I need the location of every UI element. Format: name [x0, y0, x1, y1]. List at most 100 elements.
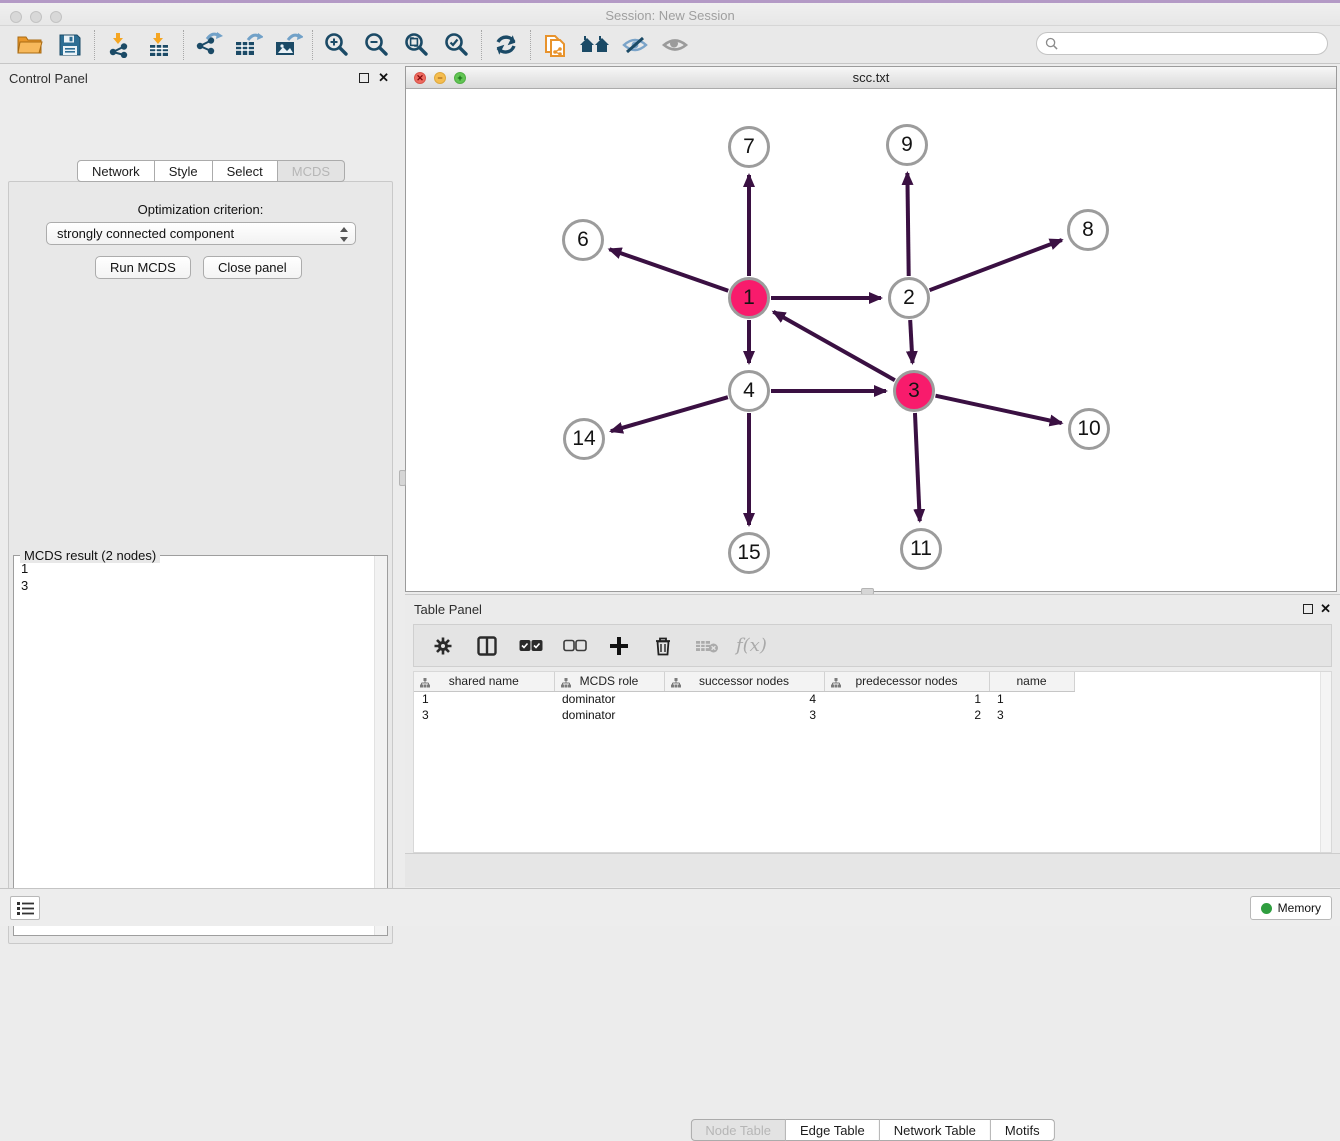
table-row[interactable]: 3dominator323: [414, 707, 1074, 723]
tab-style[interactable]: Style: [155, 160, 213, 182]
deselect-all-button[interactable]: [560, 631, 590, 661]
panel-list-button[interactable]: [10, 896, 40, 920]
graph-node-10[interactable]: 10: [1068, 408, 1110, 450]
column-header-shared-name[interactable]: shared name: [414, 672, 554, 691]
edge-2-8[interactable]: [930, 240, 1062, 290]
select-all-button[interactable]: [516, 631, 546, 661]
table-cell[interactable]: dominator: [554, 691, 664, 707]
table-cell[interactable]: 1: [989, 691, 1074, 707]
column-header-predecessor-nodes[interactable]: predecessor nodes: [824, 672, 989, 691]
control-panel: Control Panel ✕ Network Style Select MCD…: [0, 64, 401, 888]
mcds-result-lines: 1 3: [21, 560, 28, 594]
table-cell[interactable]: 3: [989, 707, 1074, 723]
tab-edge-table[interactable]: Edge Table: [786, 1119, 880, 1141]
memory-status-icon: [1261, 903, 1272, 914]
float-panel-icon[interactable]: [1303, 604, 1313, 614]
table-cell[interactable]: 3: [414, 707, 554, 723]
edge-4-14[interactable]: [611, 397, 728, 431]
edge-3-11[interactable]: [915, 413, 920, 521]
zoom-selected-button[interactable]: [437, 29, 477, 61]
network-canvas[interactable]: 7 9 6 8 1 2 4 3 14 10 15 11: [406, 89, 1336, 591]
table-row[interactable]: 1dominator411: [414, 691, 1074, 707]
table-cell[interactable]: 3: [664, 707, 824, 723]
duplicate-network-button[interactable]: [535, 29, 575, 61]
open-session-button[interactable]: [10, 29, 50, 61]
close-panel-button[interactable]: Close panel: [203, 256, 302, 279]
delete-table-button[interactable]: [692, 631, 722, 661]
edge-3-10[interactable]: [935, 396, 1061, 423]
graph-node-15[interactable]: 15: [728, 532, 770, 574]
vertical-splitter-handle[interactable]: [399, 470, 406, 486]
table-tabs-strip: Node Table Edge Table Network Table Moti…: [405, 853, 1340, 887]
zoom-in-icon: [324, 32, 350, 58]
result-scrollbar[interactable]: [374, 556, 387, 935]
run-mcds-button[interactable]: Run MCDS: [95, 256, 191, 279]
edge-2-9[interactable]: [907, 173, 908, 276]
split-columns-button[interactable]: [472, 631, 502, 661]
graph-node-7[interactable]: 7: [728, 126, 770, 168]
table-cell[interactable]: dominator: [554, 707, 664, 723]
graph-node-11[interactable]: 11: [900, 528, 942, 570]
table-scrollbar[interactable]: [1320, 672, 1331, 852]
network-window-title: scc.txt: [406, 70, 1336, 85]
add-column-button[interactable]: [604, 631, 634, 661]
trash-icon: [654, 636, 672, 656]
edge-2-3[interactable]: [910, 320, 912, 363]
list-icon: [17, 901, 34, 916]
refresh-button[interactable]: [486, 29, 526, 61]
open-folder-icon: [17, 34, 43, 56]
hide-details-button[interactable]: [615, 29, 655, 61]
delete-column-button[interactable]: [648, 631, 678, 661]
add-icon: [609, 636, 629, 656]
tab-network[interactable]: Network: [77, 160, 155, 182]
import-table-button[interactable]: [139, 29, 179, 61]
tab-node-table[interactable]: Node Table: [690, 1119, 786, 1141]
export-network-button[interactable]: [188, 29, 228, 61]
column-header-label: MCDS role: [580, 674, 639, 688]
edge-3-1[interactable]: [773, 312, 894, 380]
search-field[interactable]: [1036, 32, 1328, 55]
graph-node-2[interactable]: 2: [888, 277, 930, 319]
houses-button[interactable]: [575, 29, 615, 61]
import-network-button[interactable]: [99, 29, 139, 61]
zoom-in-button[interactable]: [317, 29, 357, 61]
close-panel-icon[interactable]: ✕: [378, 70, 389, 86]
graph-node-6[interactable]: 6: [562, 219, 604, 261]
tab-motifs[interactable]: Motifs: [991, 1119, 1055, 1141]
export-table-button[interactable]: [228, 29, 268, 61]
table-cell[interactable]: 2: [824, 707, 989, 723]
zoom-out-button[interactable]: [357, 29, 397, 61]
network-window-titlebar[interactable]: ✕ − + scc.txt: [406, 67, 1336, 89]
column-header-name[interactable]: name: [989, 672, 1074, 691]
graph-node-3[interactable]: 3: [893, 370, 935, 412]
tab-select[interactable]: Select: [213, 160, 278, 182]
graph-node-14[interactable]: 14: [563, 418, 605, 460]
export-image-icon: [273, 32, 303, 58]
graph-node-8[interactable]: 8: [1067, 209, 1109, 251]
save-session-button[interactable]: [50, 29, 90, 61]
graph-node-4[interactable]: 4: [728, 370, 770, 412]
table-settings-button[interactable]: [428, 631, 458, 661]
zoom-fit-button[interactable]: [397, 29, 437, 61]
column-header-successor-nodes[interactable]: successor nodes: [664, 672, 824, 691]
close-panel-icon[interactable]: ✕: [1320, 601, 1331, 617]
tab-mcds[interactable]: MCDS: [278, 160, 345, 182]
tree-column-icon: [831, 677, 841, 691]
graph-node-9[interactable]: 9: [886, 124, 928, 166]
column-header-MCDS-role[interactable]: MCDS role: [554, 672, 664, 691]
float-panel-icon[interactable]: [359, 73, 369, 83]
edge-1-6[interactable]: [609, 249, 728, 291]
memory-button[interactable]: Memory: [1250, 896, 1332, 920]
table-cell[interactable]: 4: [664, 691, 824, 707]
chevron-updown-icon: [339, 226, 349, 246]
mcds-result-title: MCDS result (2 nodes): [20, 548, 160, 563]
table-cell[interactable]: 1: [824, 691, 989, 707]
table-panel-header: Table Panel ✕: [405, 595, 1340, 623]
export-image-button[interactable]: [268, 29, 308, 61]
tab-network-table[interactable]: Network Table: [880, 1119, 991, 1141]
criterion-select[interactable]: strongly connected component: [46, 222, 356, 245]
graph-node-1[interactable]: 1: [728, 277, 770, 319]
search-input[interactable]: [1063, 37, 1327, 51]
show-details-button[interactable]: [655, 29, 695, 61]
table-cell[interactable]: 1: [414, 691, 554, 707]
